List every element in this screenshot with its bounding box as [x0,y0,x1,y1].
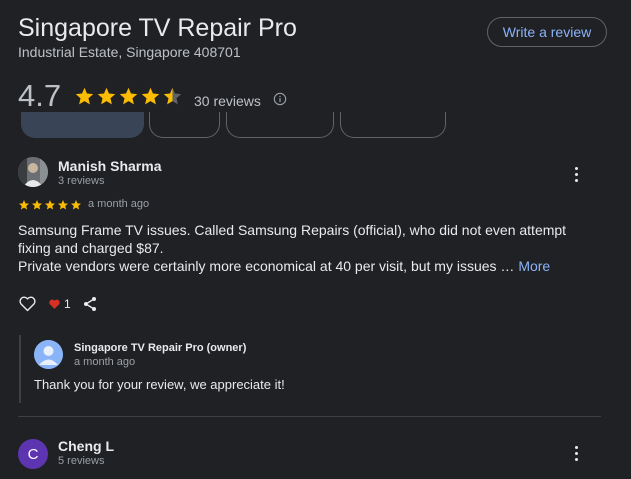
review-text-line: Private vendors were certainly more econ… [18,258,515,274]
reviewer-name[interactable]: Manish Sharma [58,158,161,174]
average-rating: 4.7 [18,78,62,113]
review-actions: 1 [18,295,97,312]
filter-chip[interactable] [340,112,446,138]
reviewer-avatar[interactable]: C [18,439,48,469]
more-link[interactable]: More [518,258,550,274]
info-icon[interactable] [273,92,287,106]
review-time: a month ago [88,198,150,210]
star-icon [71,200,81,210]
star-icon [19,200,29,210]
review-stars [18,199,82,211]
like-count: 1 [64,296,71,311]
owner-avatar [34,340,63,369]
write-review-button[interactable]: Write a review [487,17,607,47]
half-star-icon [163,87,182,105]
reviewer-avatar[interactable] [18,157,48,187]
owner-reply-text: Thank you for your review, we appreciate… [34,377,285,392]
star-icon [141,87,160,105]
owner-name: Singapore TV Repair Pro (owner) [74,342,247,354]
star-icon [45,200,55,210]
filter-chip-most-relevant[interactable] [21,112,144,138]
star-icon [58,200,68,210]
reviewer-photo [18,157,48,187]
review-divider [18,416,601,417]
filter-chip[interactable] [149,112,220,138]
business-address: Industrial Estate, Singapore 408701 [18,44,241,60]
reviewer-review-count: 3 reviews [58,175,105,187]
person-icon [34,340,63,369]
star-icon [32,200,42,210]
more-options-icon[interactable] [566,443,586,463]
review-text: Samsung Frame TV issues. Called Samsung … [18,221,598,275]
star-icon [75,87,94,105]
more-options-icon[interactable] [566,164,586,184]
like-icon[interactable] [18,295,37,312]
share-icon[interactable] [83,296,97,312]
star-icon [97,87,116,105]
average-rating-stars [74,86,183,107]
reply-divider [19,335,21,403]
heart-icon [49,299,60,309]
owner-reply-time: a month ago [74,356,136,368]
filter-chip[interactable] [226,112,334,138]
reviewer-review-count: 5 reviews [58,455,105,467]
review-text-line: Samsung Frame TV issues. Called Samsung … [18,222,567,256]
star-icon [119,87,138,105]
reviews-count[interactable]: 30 reviews [194,93,261,109]
reviewer-name[interactable]: Cheng L [58,438,114,454]
business-title: Singapore TV Repair Pro [18,14,297,42]
